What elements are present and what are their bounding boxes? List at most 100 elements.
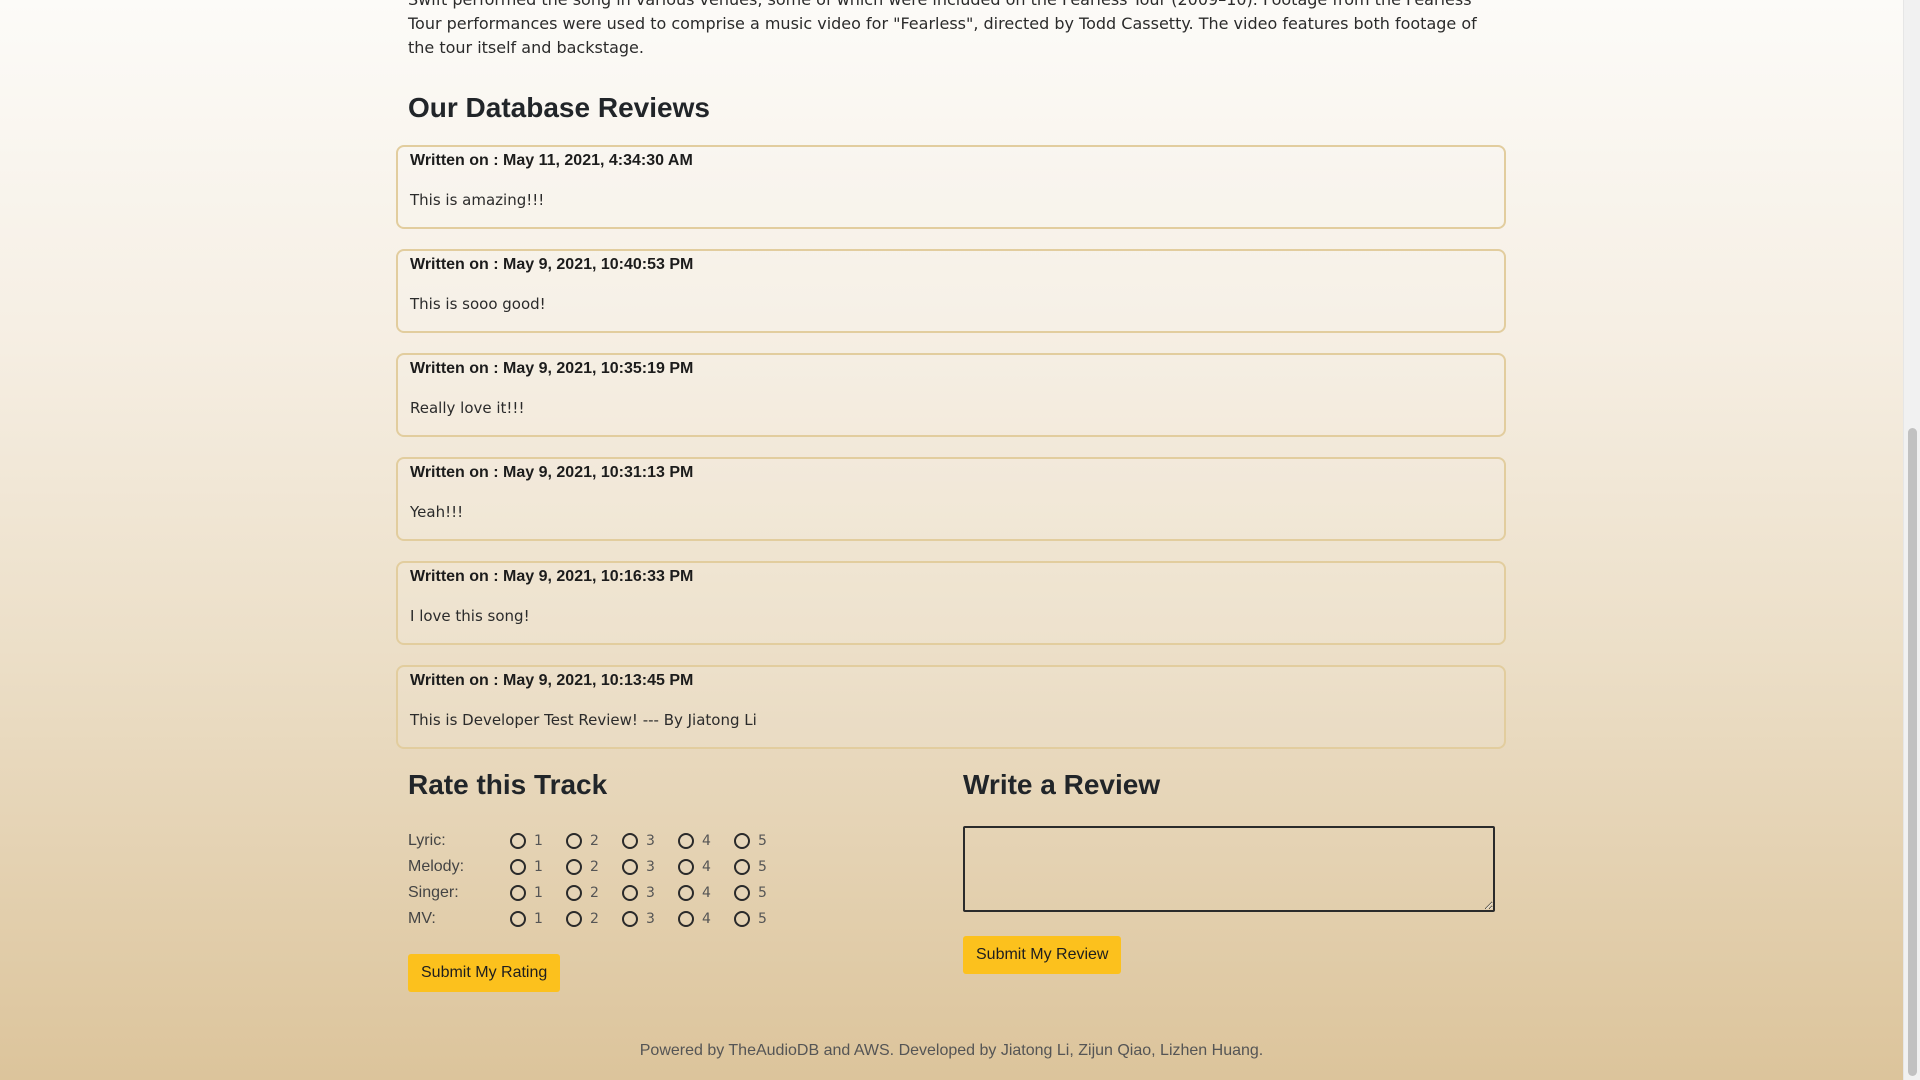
- rating-radio[interactable]: [510, 911, 526, 927]
- review-date-prefix: Written on :: [410, 464, 504, 481]
- review-date-prefix: Written on :: [410, 568, 504, 585]
- write-review-heading: Write a Review: [963, 769, 1161, 800]
- track-page: Swift performed the song in various venu…: [0, 0, 1903, 1080]
- rating-radio[interactable]: [734, 911, 750, 927]
- rating-option-label: 4: [702, 833, 711, 849]
- rating-radio[interactable]: [678, 911, 694, 927]
- rating-option-label: 1: [534, 885, 543, 901]
- review-card: Written on : May 9, 2021, 10:40:53 PM Thi…: [396, 249, 1506, 333]
- rating-radio[interactable]: [566, 911, 582, 927]
- review-text: I love this song!: [410, 607, 530, 625]
- rating-radio[interactable]: [566, 833, 582, 849]
- review-date-value: May 9, 2021, 10:31:13 PM: [503, 464, 694, 481]
- vertical-scrollbar[interactable]: [1903, 0, 1920, 1080]
- rating-option-label: 1: [534, 833, 543, 849]
- rating-option-label: 1: [534, 911, 543, 927]
- rating-option[interactable]: 5: [734, 885, 790, 901]
- rating-option[interactable]: 1: [510, 885, 566, 901]
- rating-radio[interactable]: [510, 885, 526, 901]
- review-text: This is amazing!!!: [410, 191, 545, 209]
- rating-category-label: Melody:: [408, 858, 465, 875]
- rating-option-label: 1: [534, 859, 543, 875]
- rating-row: MV: 1 2 3 4 5: [408, 906, 790, 932]
- rating-option[interactable]: 2: [566, 859, 622, 875]
- rating-option-label: 4: [702, 859, 711, 875]
- rating-option[interactable]: 5: [734, 859, 790, 875]
- review-card: Written on : May 9, 2021, 10:13:45 PM Thi…: [396, 665, 1506, 749]
- rate-heading: Rate this Track: [408, 769, 608, 800]
- rating-option-label: 5: [758, 859, 767, 875]
- rating-option-label: 4: [702, 911, 711, 927]
- rating-radio[interactable]: [566, 859, 582, 875]
- rating-option[interactable]: 5: [734, 911, 790, 927]
- review-card: Written on : May 9, 2021, 10:31:13 PM Yea…: [396, 457, 1506, 541]
- track-description: Swift performed the song in various venu…: [408, 0, 1477, 57]
- review-text: This is sooo good!: [410, 295, 546, 313]
- rating-option[interactable]: 5: [734, 833, 790, 849]
- submit-review-button[interactable]: Submit My Review: [963, 936, 1122, 974]
- rating-option[interactable]: 2: [566, 833, 622, 849]
- rating-option[interactable]: 2: [566, 911, 622, 927]
- rating-radio[interactable]: [622, 833, 638, 849]
- review-card: Written on : May 9, 2021, 10:16:33 PM I l…: [396, 561, 1506, 645]
- review-date: Written on : May 9, 2021, 10:16:33 PM: [410, 568, 1492, 588]
- review-date: Written on : May 11, 2021, 4:34:30 AM: [410, 152, 1492, 172]
- rating-option-label: 3: [646, 911, 655, 927]
- rating-option[interactable]: 1: [510, 859, 566, 875]
- rating-option[interactable]: 4: [678, 885, 734, 901]
- rating-radio[interactable]: [510, 859, 526, 875]
- review-date-value: May 9, 2021, 10:40:53 PM: [503, 256, 694, 273]
- review-textarea[interactable]: [963, 826, 1495, 912]
- rating-option[interactable]: 3: [622, 833, 678, 849]
- rating-radio[interactable]: [734, 885, 750, 901]
- rating-radio[interactable]: [566, 885, 582, 901]
- rating-option[interactable]: 1: [510, 833, 566, 849]
- rating-option-label: 4: [702, 885, 711, 901]
- rating-row: Melody: 1 2 3 4 5: [408, 854, 790, 880]
- rating-option-label: 5: [758, 833, 767, 849]
- scrollbar-thumb[interactable]: [1908, 428, 1917, 1076]
- rating-option-label: 5: [758, 885, 767, 901]
- rating-option[interactable]: 1: [510, 911, 566, 927]
- rating-option[interactable]: 2: [566, 885, 622, 901]
- review-text: Yeah!!!: [410, 503, 464, 521]
- rating-radio[interactable]: [678, 833, 694, 849]
- rating-option[interactable]: 3: [622, 911, 678, 927]
- review-card: Written on : May 11, 2021, 4:34:30 AM Thi…: [396, 145, 1506, 229]
- rating-option[interactable]: 3: [622, 885, 678, 901]
- review-date: Written on : May 9, 2021, 10:35:19 PM: [410, 360, 1492, 380]
- rating-form: Lyric: 1 2 3 4 5 Melody: 1 2 3 4 5 Singer: 1 2 3 4 5 MV: 1 2…: [408, 828, 790, 932]
- rating-option[interactable]: 4: [678, 859, 734, 875]
- rating-option[interactable]: 4: [678, 833, 734, 849]
- review-date-prefix: Written on :: [410, 360, 504, 377]
- rating-option[interactable]: 3: [622, 859, 678, 875]
- review-date-prefix: Written on :: [410, 672, 504, 689]
- rating-option-label: 5: [758, 911, 767, 927]
- rating-option[interactable]: 4: [678, 911, 734, 927]
- rating-radio[interactable]: [734, 859, 750, 875]
- reviews-heading: Our Database Reviews: [408, 92, 710, 123]
- rating-option-label: 2: [590, 911, 599, 927]
- review-date: Written on : May 9, 2021, 10:31:13 PM: [410, 464, 1492, 484]
- submit-rating-button[interactable]: Submit My Rating: [408, 954, 561, 992]
- review-date-value: May 9, 2021, 10:16:33 PM: [503, 568, 694, 585]
- rating-row: Singer: 1 2 3 4 5: [408, 880, 790, 906]
- rating-radio[interactable]: [622, 859, 638, 875]
- rating-radio[interactable]: [678, 885, 694, 901]
- rating-radio[interactable]: [734, 833, 750, 849]
- rating-row: Lyric: 1 2 3 4 5: [408, 828, 790, 854]
- rating-radio[interactable]: [678, 859, 694, 875]
- review-text: Really love it!!!: [410, 399, 525, 417]
- rating-category-label: Lyric:: [408, 832, 446, 849]
- reviews-list: Written on : May 11, 2021, 4:34:30 AM Thi…: [396, 145, 1506, 769]
- review-date-value: May 11, 2021, 4:34:30 AM: [503, 152, 693, 169]
- rating-radio[interactable]: [510, 833, 526, 849]
- rating-category-label: Singer:: [408, 884, 459, 901]
- rating-option-label: 2: [590, 885, 599, 901]
- rating-radio[interactable]: [622, 885, 638, 901]
- rating-radio[interactable]: [622, 911, 638, 927]
- rating-option-label: 3: [646, 859, 655, 875]
- rating-category-label: MV:: [408, 910, 436, 927]
- review-date-value: May 9, 2021, 10:35:19 PM: [503, 360, 694, 377]
- review-date: Written on : May 9, 2021, 10:40:53 PM: [410, 256, 1492, 276]
